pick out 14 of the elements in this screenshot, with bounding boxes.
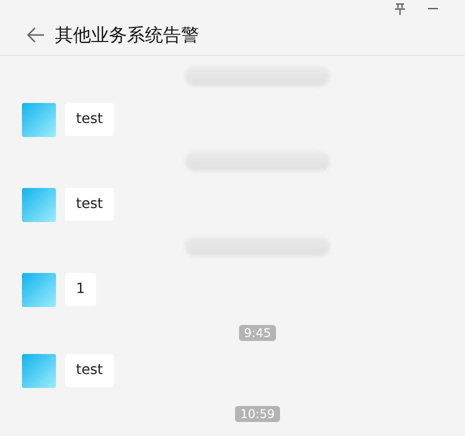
- minimize-icon[interactable]: [428, 8, 438, 10]
- message-bubble: test: [65, 103, 114, 136]
- timestamp: 10:59: [235, 406, 280, 422]
- timestamp: 9:45: [239, 325, 276, 341]
- avatar: [22, 103, 56, 137]
- message-bubble: test: [65, 188, 114, 221]
- back-arrow-icon[interactable]: [27, 27, 45, 43]
- avatar: [22, 354, 56, 388]
- message-bubble: test: [65, 354, 114, 387]
- message-bubble: 1: [65, 273, 96, 306]
- avatar: [22, 188, 56, 222]
- window-title: 其他业务系统告警: [55, 24, 199, 47]
- avatar: [22, 273, 56, 307]
- pin-icon[interactable]: [394, 3, 406, 15]
